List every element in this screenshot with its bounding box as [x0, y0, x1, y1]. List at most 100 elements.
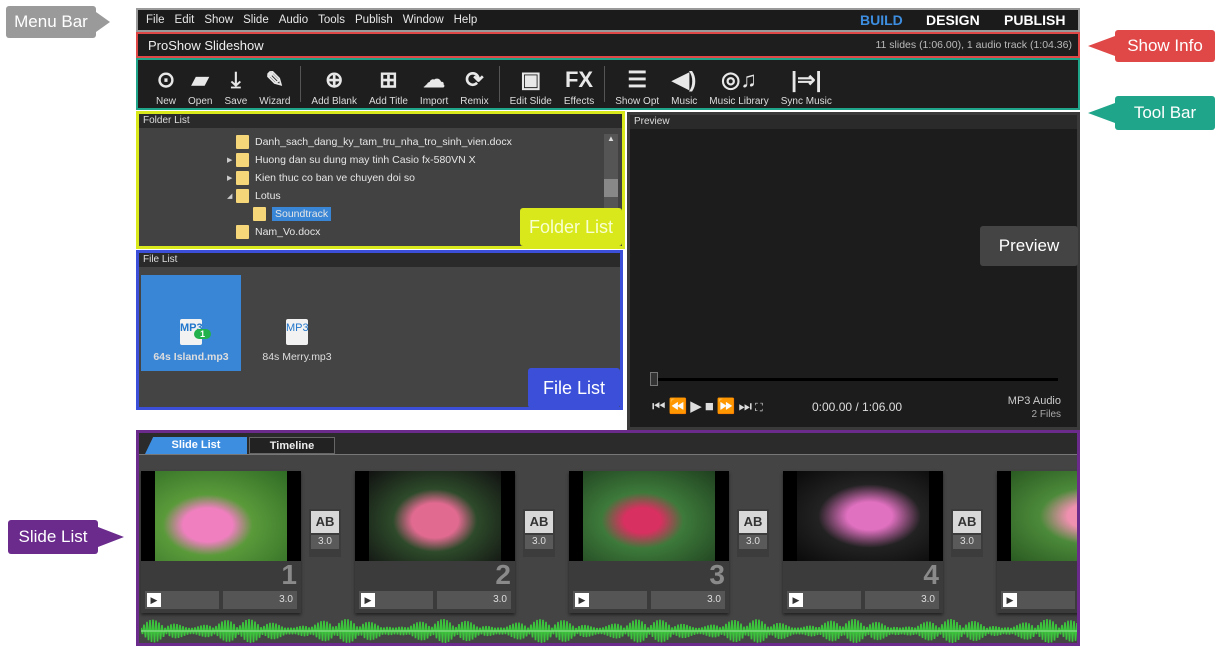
menu-publish[interactable]: Publish: [355, 14, 393, 26]
play-icon: ▶: [789, 593, 803, 607]
effects-button[interactable]: FX Effects: [558, 66, 600, 108]
media-type: MP3 Audio: [1007, 395, 1061, 407]
menu-help[interactable]: Help: [454, 14, 478, 26]
save-button[interactable]: ⤓ Save: [218, 66, 253, 108]
slide-play-button[interactable]: ▶: [787, 591, 861, 609]
slide-card[interactable]: 3 ▶ 3.0: [569, 471, 729, 613]
tool-label: Edit Slide: [509, 96, 552, 107]
slide-thumbnail[interactable]: [355, 471, 515, 561]
transition[interactable]: AB 3.0: [309, 509, 341, 557]
slide-play-button[interactable]: ▶: [359, 591, 433, 609]
slide-duration[interactable]: 3.0: [223, 591, 297, 609]
folder-item-label: Danh_sach_dang_ky_tam_tru_nha_tro_sinh_v…: [255, 136, 512, 148]
sync-music-icon: |⇒|: [790, 67, 822, 92]
slide-thumbnail[interactable]: [997, 471, 1077, 561]
tool-label: Wizard: [259, 96, 291, 107]
slide-card[interactable]: 1 ▶ 3.0: [141, 471, 301, 613]
mode-design[interactable]: DESIGN: [926, 12, 980, 28]
slide-play-button[interactable]: ▶: [1001, 591, 1075, 609]
show-title[interactable]: ProShow Slideshow: [148, 38, 264, 53]
stop-icon[interactable]: ■: [705, 398, 717, 415]
expand-icon[interactable]: ▶: [227, 174, 232, 182]
file-item[interactable]: MP3 84s Merry.mp3: [247, 275, 347, 371]
folder-icon: [236, 153, 249, 167]
wizard-button[interactable]: ✎ Wizard: [253, 66, 296, 108]
folder-item-label: Nam_Vo.docx: [255, 226, 321, 238]
transition-duration[interactable]: 3.0: [525, 535, 553, 549]
file-name: 64s Island.mp3: [153, 351, 229, 363]
menu-slide[interactable]: Slide: [243, 14, 269, 26]
slide-duration[interactable]: 3.0: [651, 591, 725, 609]
transition-duration[interactable]: 3.0: [311, 535, 339, 549]
menu-audio[interactable]: Audio: [279, 14, 308, 26]
slide-play-button[interactable]: ▶: [145, 591, 219, 609]
music-library-button[interactable]: ◎♫ Music Library: [703, 66, 774, 108]
slide-card[interactable]: 4 ▶ 3.0: [783, 471, 943, 613]
annotation-slide-list: Slide List: [8, 520, 98, 554]
fast-forward-icon[interactable]: ⏩: [717, 398, 739, 415]
transition[interactable]: AB 3.0: [737, 509, 769, 557]
slide-thumbnail[interactable]: [783, 471, 943, 561]
used-badge: 1: [194, 329, 212, 339]
slide-duration[interactable]: 3.0: [865, 591, 939, 609]
skip-start-icon[interactable]: ⏮: [652, 398, 669, 415]
remix-button[interactable]: ⟳ Remix: [454, 66, 494, 108]
open-button[interactable]: ▰ Open: [182, 66, 218, 108]
sync-music-button[interactable]: |⇒| Sync Music: [775, 66, 838, 108]
tool-label: Music Library: [709, 96, 769, 107]
annotation-menu-bar: Menu Bar: [6, 6, 96, 38]
add-blank-button[interactable]: ⊕ Add Blank: [305, 66, 363, 108]
tab-slide-list[interactable]: Slide List: [145, 437, 247, 454]
import-button[interactable]: ☁ Import: [414, 66, 454, 108]
menu-edit[interactable]: Edit: [175, 14, 195, 26]
transition[interactable]: AB 3.0: [523, 509, 555, 557]
mode-publish[interactable]: PUBLISH: [1004, 12, 1065, 28]
slide-duration[interactable]: 3.0: [1079, 591, 1080, 609]
slide-card[interactable]: 5 ▶ 3.0: [997, 471, 1080, 613]
slide-thumbnail[interactable]: [141, 471, 301, 561]
menu-tools[interactable]: Tools: [318, 14, 345, 26]
slide-duration[interactable]: 3.0: [437, 591, 511, 609]
slide-card[interactable]: 2 ▶ 3.0: [355, 471, 515, 613]
transition-duration[interactable]: 3.0: [739, 535, 767, 549]
scroll-thumb[interactable]: [604, 179, 618, 197]
folder-item[interactable]: Danh_sach_dang_ky_tam_tru_nha_tro_sinh_v…: [236, 133, 512, 151]
preview-seek-bar[interactable]: [650, 378, 1058, 381]
annotation-show-info: Show Info: [1115, 30, 1215, 62]
folder-item[interactable]: Huong dan su dung may tinh Casio fx-580V…: [236, 151, 476, 169]
folder-icon: [253, 207, 266, 221]
collapse-icon[interactable]: ◢: [227, 192, 232, 200]
menu-file[interactable]: File: [146, 14, 165, 26]
scroll-up-icon[interactable]: ▲: [604, 134, 618, 143]
folder-item[interactable]: Nam_Vo.docx: [236, 223, 320, 241]
audio-waveform[interactable]: [141, 617, 1080, 645]
menu-bar: File Edit Show Slide Audio Tools Publish…: [136, 8, 1080, 32]
music-button[interactable]: ◀) Music: [665, 66, 703, 108]
slide-thumbnail[interactable]: [569, 471, 729, 561]
folder-item-selected[interactable]: Soundtrack: [253, 205, 332, 223]
skip-end-icon[interactable]: ⏭: [739, 398, 756, 415]
show-options-button[interactable]: ☰ Show Opt: [609, 66, 665, 108]
add-title-button[interactable]: ⊞ Add Title: [363, 66, 414, 108]
seek-handle[interactable]: [650, 372, 658, 386]
rewind-icon[interactable]: ⏪: [669, 398, 691, 415]
slide-play-button[interactable]: ▶: [573, 591, 647, 609]
new-button[interactable]: ⊙ New: [150, 66, 182, 108]
zip-file-icon: [236, 135, 249, 149]
mode-build[interactable]: BUILD: [860, 12, 903, 28]
tab-timeline[interactable]: Timeline: [249, 437, 335, 454]
annotation-file-list: File List: [528, 368, 620, 408]
file-item-selected[interactable]: MP3 1 64s Island.mp3: [141, 275, 241, 371]
menu-show[interactable]: Show: [204, 14, 233, 26]
edit-slide-button[interactable]: ▣ Edit Slide: [504, 66, 558, 108]
expand-icon[interactable]: ▶: [227, 156, 232, 164]
play-icon: ▶: [1003, 593, 1017, 607]
transition-duration[interactable]: 3.0: [953, 535, 981, 549]
fullscreen-icon[interactable]: ⛶: [755, 402, 766, 414]
folder-item[interactable]: Lotus: [236, 187, 281, 205]
menu-window[interactable]: Window: [403, 14, 444, 26]
folder-item[interactable]: Kien thuc co ban ve chuyen doi so: [236, 169, 415, 187]
transition[interactable]: AB 3.0: [951, 509, 983, 557]
play-icon[interactable]: ▶: [690, 398, 705, 415]
file-count: 2 Files: [1031, 409, 1061, 420]
